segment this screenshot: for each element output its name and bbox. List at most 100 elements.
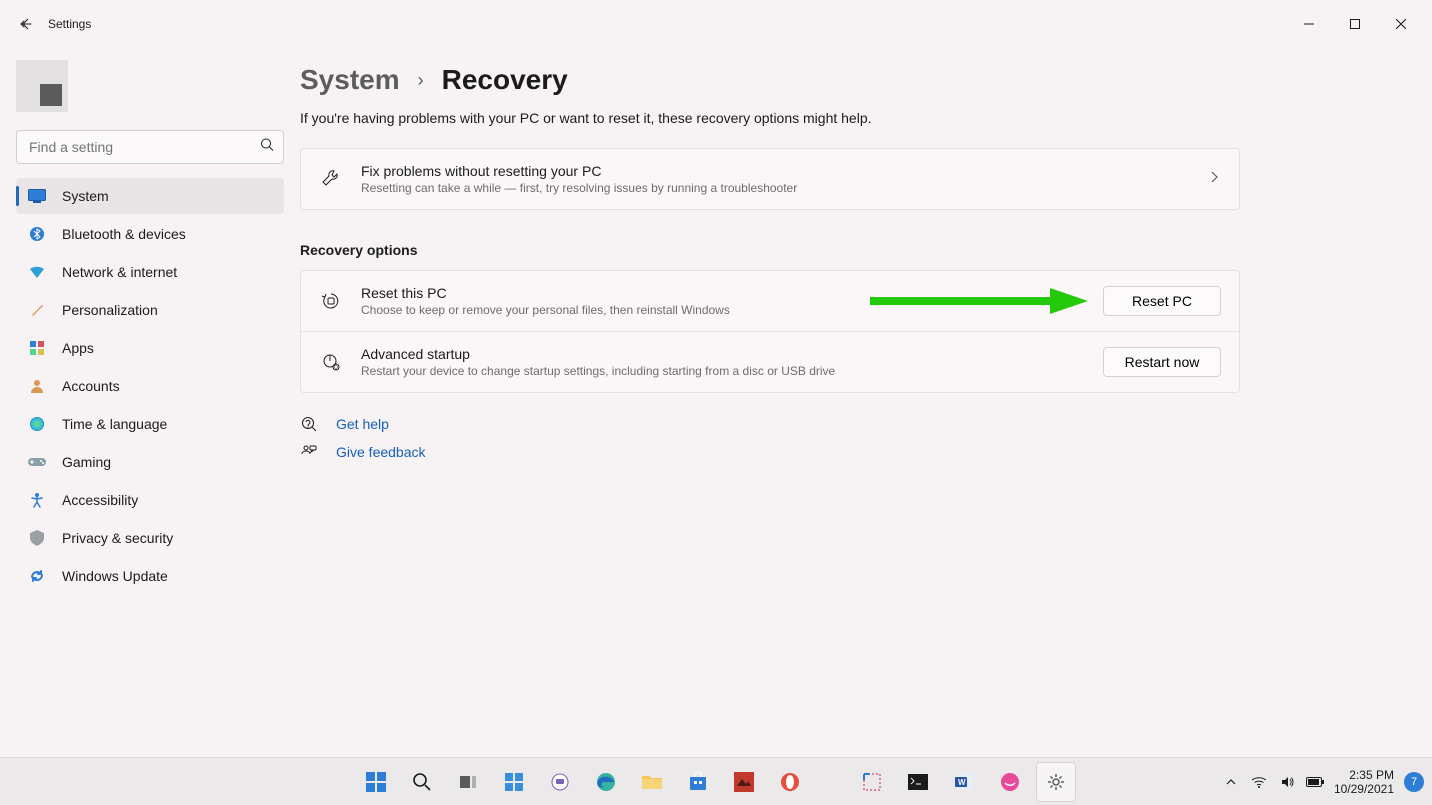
nav-item-update[interactable]: Windows Update — [16, 558, 284, 594]
search-icon — [412, 772, 432, 792]
word-button[interactable]: W — [944, 762, 984, 802]
app-icon — [1000, 772, 1020, 792]
avatar — [16, 60, 68, 112]
nav-label: Personalization — [62, 302, 158, 318]
minimize-icon — [1304, 19, 1314, 29]
windows-icon — [365, 771, 387, 793]
search-icon — [260, 138, 274, 157]
close-icon — [1396, 19, 1406, 29]
wifi-icon[interactable] — [1250, 773, 1268, 791]
battery-icon[interactable] — [1306, 773, 1324, 791]
nav-item-apps[interactable]: Apps — [16, 330, 284, 366]
get-help-link[interactable]: Get help — [300, 415, 1240, 433]
page-subtitle: If you're having problems with your PC o… — [300, 110, 1240, 126]
nav-item-accounts[interactable]: Accounts — [16, 368, 284, 404]
section-header: Recovery options — [300, 242, 1240, 258]
accounts-icon — [28, 377, 46, 395]
nav-item-network[interactable]: Network & internet — [16, 254, 284, 290]
link-label: Give feedback — [336, 444, 426, 460]
gaming-icon — [28, 453, 46, 471]
nav-item-accessibility[interactable]: Accessibility — [16, 482, 284, 518]
content: System › Recovery If you're having probl… — [300, 48, 1432, 757]
search-input[interactable] — [16, 130, 284, 164]
nav-item-time[interactable]: Time & language — [16, 406, 284, 442]
reset-pc-button[interactable]: Reset PC — [1103, 286, 1221, 316]
give-feedback-link[interactable]: Give feedback — [300, 443, 1240, 461]
window-title: Settings — [48, 17, 91, 31]
tray-overflow-button[interactable] — [1222, 773, 1240, 791]
nav-label: Accessibility — [62, 492, 138, 508]
bluetooth-icon — [28, 225, 46, 243]
advanced-startup-icon — [319, 350, 343, 374]
volume-icon[interactable] — [1278, 773, 1296, 791]
gear-icon — [1046, 772, 1066, 792]
system-icon — [28, 187, 46, 205]
breadcrumb: System › Recovery — [300, 64, 1240, 96]
widgets-button[interactable] — [494, 762, 534, 802]
chat-button[interactable] — [540, 762, 580, 802]
nav-item-gaming[interactable]: Gaming — [16, 444, 284, 480]
notification-badge[interactable]: 7 — [1404, 772, 1424, 792]
user-profile[interactable] — [16, 60, 284, 112]
restart-now-button[interactable]: Restart now — [1103, 347, 1221, 377]
edge-icon — [595, 771, 617, 793]
nav-label: Time & language — [62, 416, 167, 432]
nav-label: Windows Update — [62, 568, 168, 584]
privacy-icon — [28, 529, 46, 547]
app-red-button[interactable] — [724, 762, 764, 802]
titlebar: Settings — [0, 0, 1432, 48]
help-icon — [300, 415, 318, 433]
widgets-icon — [504, 772, 524, 792]
taskbar-center: W — [356, 762, 1076, 802]
settings-taskbar-button[interactable] — [1036, 762, 1076, 802]
task-view-button[interactable] — [448, 762, 488, 802]
reset-pc-card: Reset this PC Choose to keep or remove y… — [300, 270, 1240, 332]
nav-label: Network & internet — [62, 264, 177, 280]
maximize-button[interactable] — [1332, 8, 1378, 40]
card-title: Fix problems without resetting your PC — [361, 163, 1191, 179]
fix-problems-card[interactable]: Fix problems without resetting your PC R… — [300, 148, 1240, 210]
card-subtitle: Resetting can take a while — first, try … — [361, 181, 1191, 195]
nav-item-bluetooth[interactable]: Bluetooth & devices — [16, 216, 284, 252]
explorer-button[interactable] — [632, 762, 672, 802]
edge-button[interactable] — [586, 762, 626, 802]
card-subtitle: Restart your device to change startup se… — [361, 364, 1085, 378]
nav: System Bluetooth & devices Network & int… — [16, 178, 284, 594]
nav-label: System — [62, 188, 109, 204]
page-title: Recovery — [442, 64, 568, 96]
search-field[interactable] — [16, 130, 284, 164]
start-button[interactable] — [356, 762, 396, 802]
accessibility-icon — [28, 491, 46, 509]
nav-item-system[interactable]: System — [16, 178, 284, 214]
nav-label: Accounts — [62, 378, 120, 394]
minimize-button[interactable] — [1286, 8, 1332, 40]
clock-date: 10/29/2021 — [1334, 782, 1394, 796]
svg-text:W: W — [958, 778, 966, 787]
breadcrumb-parent[interactable]: System — [300, 64, 400, 96]
sidebar: System Bluetooth & devices Network & int… — [0, 48, 300, 757]
nav-item-personalization[interactable]: Personalization — [16, 292, 284, 328]
link-label: Get help — [336, 416, 389, 432]
reset-icon — [319, 289, 343, 313]
clock[interactable]: 2:35 PM 10/29/2021 — [1334, 768, 1394, 796]
store-icon — [688, 772, 708, 792]
folder-icon — [641, 773, 663, 791]
feedback-icon — [300, 443, 318, 461]
personalization-icon — [28, 301, 46, 319]
snip-button[interactable] — [852, 762, 892, 802]
card-title: Reset this PC — [361, 285, 1085, 301]
taskbar-search-button[interactable] — [402, 762, 442, 802]
advanced-startup-card: Advanced startup Restart your device to … — [300, 332, 1240, 393]
back-button[interactable] — [8, 6, 44, 42]
app-pink-button[interactable] — [990, 762, 1030, 802]
close-button[interactable] — [1378, 8, 1424, 40]
nav-item-privacy[interactable]: Privacy & security — [16, 520, 284, 556]
time-icon — [28, 415, 46, 433]
taskbar: W 2:35 PM 10/29/2021 7 — [0, 757, 1432, 805]
network-icon — [28, 263, 46, 281]
opera-icon — [780, 772, 800, 792]
terminal-button[interactable] — [898, 762, 938, 802]
store-button[interactable] — [678, 762, 718, 802]
opera-button[interactable] — [770, 762, 810, 802]
clock-time: 2:35 PM — [1349, 768, 1394, 782]
